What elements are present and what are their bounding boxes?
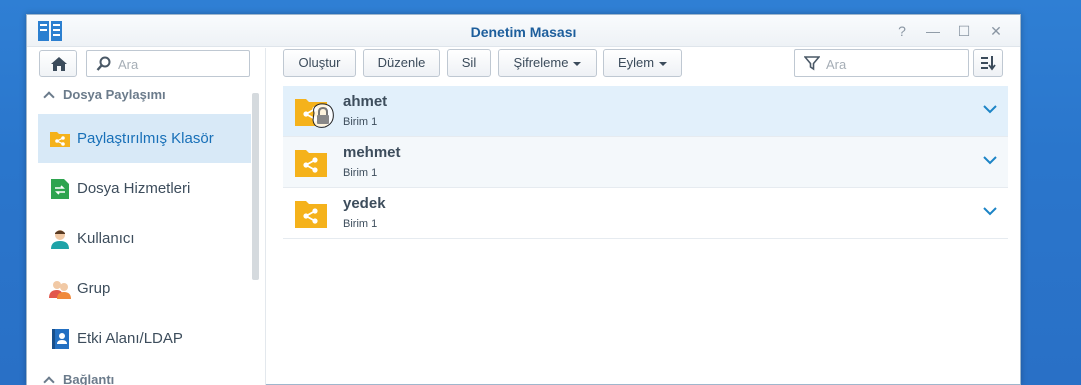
title-bar[interactable]: Denetim Masası ? — ☐ ✕ <box>27 15 1020 47</box>
sidebar-item-label: Paylaştırılmış Klasör <box>77 130 214 147</box>
sidebar-item-shared-folder[interactable]: Paylaştırılmış Klasör <box>38 114 251 163</box>
sidebar-item-label: Dosya Hizmetleri <box>77 180 191 197</box>
close-icon[interactable]: ✕ <box>987 22 1005 40</box>
encryption-dropdown[interactable]: Şifreleme <box>498 49 597 77</box>
sidebar-search-input[interactable]: Ara <box>86 50 250 77</box>
sidebar-search-placeholder: Ara <box>118 57 139 72</box>
folder-row[interactable]: mehmet Birim 1 <box>283 137 1008 188</box>
main-search-input[interactable]: Ara <box>794 49 969 77</box>
user-icon <box>51 229 69 249</box>
encryption-label: Şifreleme <box>513 55 569 70</box>
section-label: Dosya Paylaşımı <box>63 87 166 102</box>
action-dropdown[interactable]: Eylem <box>603 49 682 77</box>
sort-icon <box>981 56 996 71</box>
sidebar-item-label: Etki Alanı/LDAP <box>77 330 183 347</box>
sidebar-item-user[interactable]: Kullanıcı <box>38 214 251 263</box>
folder-name: ahmet <box>343 93 388 110</box>
sidebar: Ara Dosya Paylaşımı Paylaştırılmış Klasö… <box>27 48 265 385</box>
home-icon <box>51 57 67 71</box>
sidebar-divider <box>265 48 266 385</box>
sidebar-scrollbar[interactable] <box>252 93 259 280</box>
lock-icon <box>312 103 334 128</box>
caret-down-icon <box>659 61 668 66</box>
shared-folder-icon <box>50 131 70 147</box>
control-panel-window: Denetim Masası ? — ☐ ✕ Ara Dosya Paylaşı… <box>26 14 1021 385</box>
folder-name: yedek <box>343 195 386 212</box>
window-title: Denetim Masası <box>470 24 577 40</box>
delete-button[interactable]: Sil <box>447 49 491 77</box>
sidebar-item-domain-ldap[interactable]: Etki Alanı/LDAP <box>38 314 251 363</box>
minimize-icon[interactable]: — <box>924 22 942 40</box>
folder-row[interactable]: ahmet Birim 1 <box>283 86 1008 137</box>
chevron-down-icon[interactable] <box>982 153 998 167</box>
chevron-up-icon <box>43 376 55 385</box>
search-icon <box>96 56 111 71</box>
chevron-up-icon <box>43 91 55 103</box>
group-icon <box>49 280 71 299</box>
sidebar-item-file-services[interactable]: Dosya Hizmetleri <box>38 164 251 213</box>
sort-button[interactable] <box>973 49 1003 77</box>
maximize-icon[interactable]: ☐ <box>955 22 973 40</box>
folder-name: mehmet <box>343 144 401 161</box>
sidebar-item-label: Kullanıcı <box>77 230 135 247</box>
folder-volume: Birim 1 <box>343 167 378 179</box>
sidebar-item-group[interactable]: Grup <box>38 264 251 313</box>
section-file-sharing[interactable]: Dosya Paylaşımı <box>43 87 166 103</box>
chevron-down-icon[interactable] <box>982 204 998 218</box>
folder-row[interactable]: yedek Birim 1 <box>283 188 1008 239</box>
edit-button[interactable]: Düzenle <box>363 49 440 77</box>
main-search-placeholder: Ara <box>826 57 847 72</box>
shared-folder-icon <box>295 150 327 177</box>
file-services-icon <box>51 178 69 199</box>
chevron-down-icon[interactable] <box>982 102 998 116</box>
shared-folder-icon <box>295 201 327 228</box>
filter-icon <box>804 56 820 71</box>
section-label: Bağlantı <box>63 372 115 385</box>
folder-volume: Birim 1 <box>343 218 378 230</box>
domain-ldap-icon <box>52 328 69 349</box>
help-icon[interactable]: ? <box>893 22 911 40</box>
create-button[interactable]: Oluştur <box>283 49 356 77</box>
action-label: Eylem <box>617 55 655 70</box>
folder-volume: Birim 1 <box>343 116 378 128</box>
caret-down-icon <box>573 61 582 66</box>
sidebar-item-label: Grup <box>77 280 111 297</box>
section-connectivity[interactable]: Bağlantı <box>43 372 115 385</box>
home-button[interactable] <box>39 50 77 77</box>
